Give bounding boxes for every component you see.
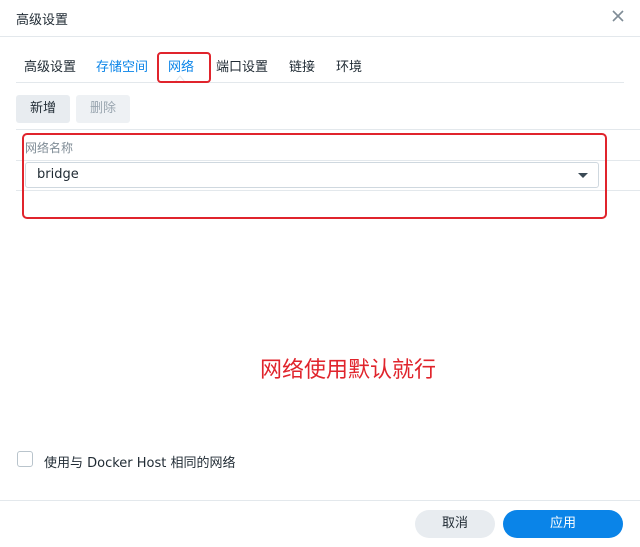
- close-icon[interactable]: [609, 7, 627, 25]
- host-network-checkbox[interactable]: [17, 451, 33, 467]
- tab-bar: 高级设置 存储空间 网络 端口设置 链接 环境: [16, 50, 624, 83]
- cancel-button[interactable]: 取消: [415, 510, 495, 538]
- tab-environment[interactable]: 环境: [336, 56, 362, 75]
- host-network-label[interactable]: 使用与 Docker Host 相同的网络: [44, 452, 236, 471]
- apply-button[interactable]: 应用: [503, 510, 623, 538]
- tab-advanced-settings[interactable]: 高级设置: [24, 56, 76, 75]
- annotation-note: 网络使用默认就行: [260, 358, 437, 383]
- tab-port-settings[interactable]: 端口设置: [216, 56, 268, 75]
- annotation-highlight-tab: [157, 52, 211, 83]
- annotation-highlight-table: [22, 133, 607, 219]
- dialog-title: 高级设置: [16, 13, 69, 28]
- tab-links[interactable]: 链接: [289, 56, 315, 75]
- add-button[interactable]: 新增: [16, 95, 70, 123]
- footer-divider: [0, 500, 640, 501]
- table-divider: [16, 129, 640, 130]
- delete-button: 删除: [76, 95, 130, 123]
- dialog-titlebar: 高级设置: [0, 0, 640, 37]
- tab-storage[interactable]: 存储空间: [96, 56, 148, 75]
